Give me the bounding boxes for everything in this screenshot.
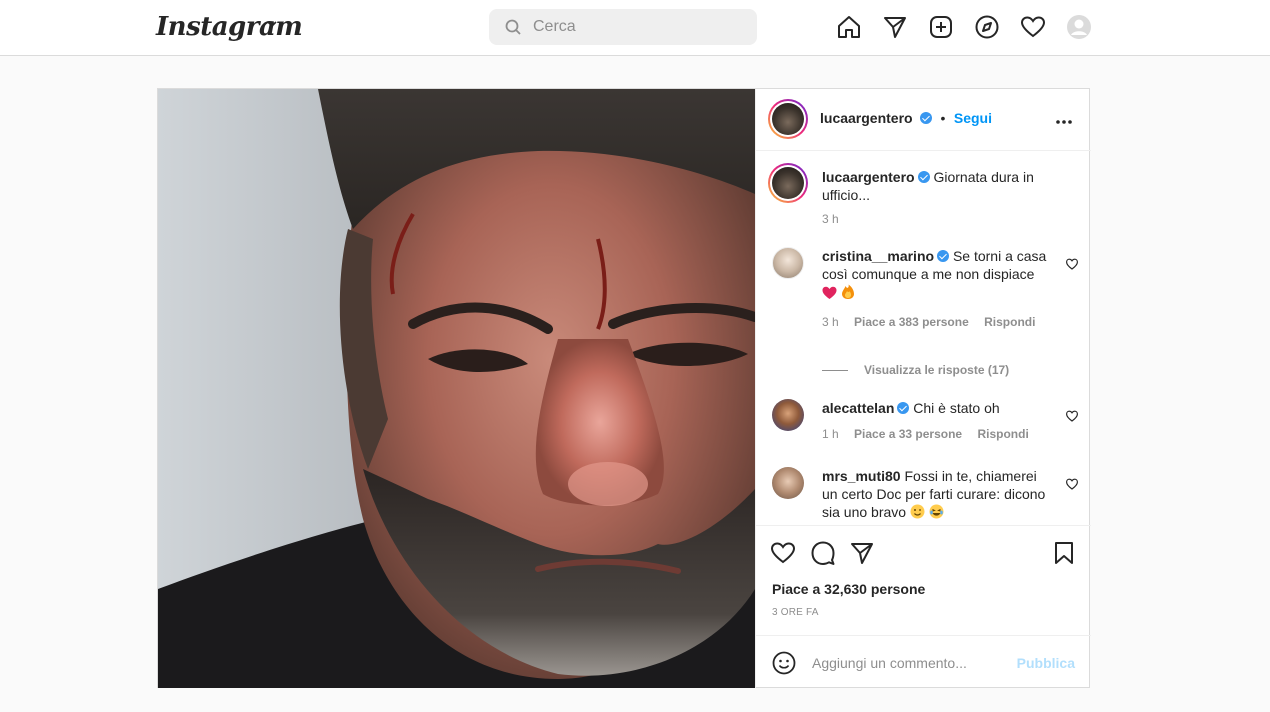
wink-face-emoji-icon bbox=[910, 504, 925, 519]
post-card: lucaargentero • Segui lucaargentero Gior… bbox=[157, 88, 1091, 688]
caption-avatar[interactable] bbox=[768, 163, 808, 203]
comment-likes[interactable]: Piace a 383 persone bbox=[854, 315, 969, 329]
search-box[interactable] bbox=[489, 9, 757, 45]
like-comment-heart-icon[interactable] bbox=[1065, 409, 1079, 427]
activity-heart-icon[interactable] bbox=[1020, 14, 1046, 40]
commenter-avatar[interactable] bbox=[772, 467, 804, 499]
view-replies-link[interactable]: Visualizza le risposte (17) bbox=[822, 363, 1009, 377]
commenter-avatar[interactable] bbox=[772, 399, 804, 431]
search-icon bbox=[505, 19, 521, 40]
author-avatar[interactable] bbox=[768, 99, 808, 139]
comment-meta: 3 h Piace a 383 persone Rispondi bbox=[822, 313, 1050, 331]
verified-badge-icon bbox=[937, 250, 950, 262]
comment-time[interactable]: 1 h bbox=[822, 427, 839, 441]
red-heart-emoji-icon bbox=[822, 286, 837, 299]
more-options-icon[interactable] bbox=[1055, 109, 1073, 130]
new-post-icon[interactable] bbox=[928, 14, 954, 40]
search-input[interactable] bbox=[533, 15, 743, 39]
comments-list: lucaargentero Giornata dura in ufficio..… bbox=[756, 151, 1091, 525]
chevron-down-icon[interactable] bbox=[266, 18, 278, 33]
top-navigation-bar: Instagram bbox=[0, 0, 1270, 56]
fire-emoji-icon bbox=[841, 284, 854, 299]
comment-input[interactable] bbox=[812, 652, 1012, 674]
comment-body: alecattelan Chi è stato oh 1 h Piace a 3… bbox=[822, 399, 1050, 443]
comment-meta: 1 h Piace a 33 persone Rispondi bbox=[822, 425, 1050, 443]
caption-time[interactable]: 3 h bbox=[822, 212, 839, 226]
caption-body: lucaargentero Giornata dura in ufficio..… bbox=[822, 168, 1050, 228]
post-photo[interactable] bbox=[158, 89, 755, 688]
home-icon[interactable] bbox=[836, 14, 862, 40]
comment-text: Chi è stato oh bbox=[913, 400, 1000, 416]
author-username[interactable]: lucaargentero bbox=[820, 110, 913, 126]
add-comment-bar: Pubblica bbox=[756, 635, 1091, 688]
reply-button[interactable]: Rispondi bbox=[977, 427, 1028, 441]
comment-emojis bbox=[822, 284, 1050, 304]
verified-badge-icon bbox=[917, 171, 930, 183]
laughing-face-emoji-icon bbox=[929, 504, 944, 519]
comment-likes[interactable]: Piace a 33 persone bbox=[854, 427, 962, 441]
like-comment-heart-icon[interactable] bbox=[1065, 257, 1079, 275]
reply-button[interactable]: Rispondi bbox=[984, 315, 1035, 329]
comment-emojis bbox=[910, 504, 944, 520]
like-heart-icon[interactable] bbox=[770, 540, 796, 571]
share-icon[interactable] bbox=[849, 540, 875, 571]
author-line: lucaargentero • Segui bbox=[820, 110, 992, 128]
comment-username[interactable]: cristina__marino bbox=[822, 248, 934, 264]
caption-username[interactable]: lucaargentero bbox=[822, 169, 915, 185]
comment-username[interactable]: alecattelan bbox=[822, 400, 894, 416]
like-comment-heart-icon[interactable] bbox=[1065, 477, 1079, 495]
profile-avatar-icon[interactable] bbox=[1066, 14, 1092, 40]
verified-badge-icon bbox=[920, 112, 933, 124]
comment-bubble-icon[interactable] bbox=[810, 540, 836, 571]
instagram-logo[interactable]: Instagram bbox=[156, 12, 303, 42]
caption-meta: 3 h bbox=[822, 210, 1050, 228]
comment-username[interactable]: mrs_muti80 bbox=[822, 468, 901, 484]
verified-badge-icon bbox=[897, 402, 910, 414]
commenter-avatar[interactable] bbox=[772, 247, 804, 279]
post-actions: Piace a 32,630 persone 3 ORE FA bbox=[756, 525, 1091, 635]
post-time[interactable]: 3 ORE FA bbox=[772, 607, 819, 618]
post-sidebar: lucaargentero • Segui lucaargentero Gior… bbox=[755, 89, 1091, 688]
direct-messages-icon[interactable] bbox=[882, 14, 908, 40]
comment-body: mrs_muti80 Fossi in te, chiamerei un cer… bbox=[822, 467, 1050, 521]
comment-body: cristina__marino Se torni a casa così co… bbox=[822, 247, 1050, 331]
follow-button[interactable]: Segui bbox=[954, 110, 992, 126]
comment-time[interactable]: 3 h bbox=[822, 315, 839, 329]
explore-compass-icon[interactable] bbox=[974, 14, 1000, 40]
save-bookmark-icon[interactable] bbox=[1052, 540, 1076, 571]
post-header: lucaargentero • Segui bbox=[756, 89, 1091, 151]
likes-count[interactable]: Piace a 32,630 persone bbox=[772, 581, 925, 597]
publish-button[interactable]: Pubblica bbox=[1017, 655, 1075, 671]
separator-dot: • bbox=[940, 110, 946, 126]
emoji-picker-icon[interactable] bbox=[772, 651, 796, 680]
